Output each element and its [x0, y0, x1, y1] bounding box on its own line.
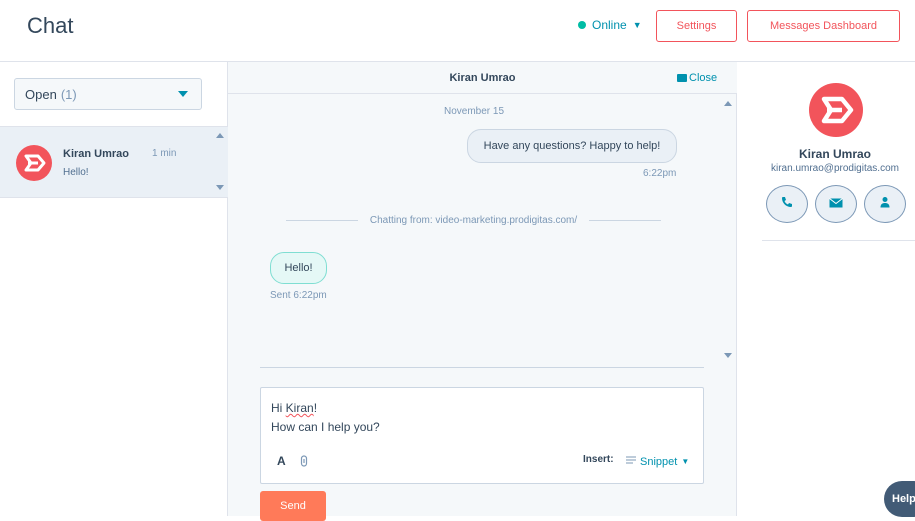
- settings-button[interactable]: Settings: [656, 10, 737, 42]
- status-label: Online: [592, 18, 627, 32]
- envelope-icon: [677, 74, 687, 82]
- conversation-filter-select[interactable]: Open (1): [14, 78, 202, 110]
- divider: [762, 240, 915, 241]
- conversation-contact-name: Kiran Umrao: [63, 148, 130, 160]
- message-timestamp: Sent 6:22pm: [270, 290, 327, 301]
- message-bubble-incoming: Hello!: [270, 252, 327, 284]
- conversation-panel: Kiran Umrao Close November 15 Have any q…: [228, 62, 737, 521]
- close-conversation-link[interactable]: Close: [677, 72, 717, 84]
- greeting-prefix: Hi: [271, 401, 286, 415]
- chatting-from-separator: Chatting from: video-marketing.prodigita…: [286, 215, 661, 226]
- text-format-button[interactable]: A: [277, 454, 286, 468]
- email-button[interactable]: [815, 185, 857, 223]
- scroll-up-icon[interactable]: [724, 101, 732, 106]
- message-composer[interactable]: Hi Kiran! How can I help you? A Insert: …: [260, 387, 704, 484]
- scroll-down-icon[interactable]: [724, 353, 732, 358]
- greeting-name: Kiran: [285, 401, 314, 415]
- brand-logo: [809, 83, 863, 137]
- chevron-down-icon: [178, 91, 188, 97]
- conversation-list: Kiran Umrao 1 min Hello!: [0, 126, 228, 198]
- send-button[interactable]: Send: [260, 491, 326, 521]
- thread-scrollbar[interactable]: [720, 95, 736, 367]
- messages-dashboard-button[interactable]: Messages Dashboard: [747, 10, 900, 42]
- link-icon[interactable]: [300, 455, 308, 470]
- message-thread: November 15 Have any questions? Happy to…: [228, 95, 720, 367]
- conversation-preview: Hello!: [63, 167, 89, 178]
- conversation-title: Kiran Umrao: [449, 72, 516, 84]
- insert-label: Insert:: [583, 454, 614, 465]
- call-button[interactable]: [766, 185, 808, 223]
- snippet-icon: [626, 455, 636, 468]
- contact-panel: Kiran Umrao kiran.umrao@prodigitas.com: [737, 62, 915, 516]
- message-bubble-outgoing: Have any questions? Happy to help!: [467, 129, 677, 163]
- contact-name: Kiran Umrao: [798, 147, 872, 161]
- sidebar-scrollbar[interactable]: [212, 127, 228, 197]
- online-dot-icon: [578, 21, 586, 29]
- conversation-time: 1 min: [152, 148, 177, 159]
- scroll-down-icon[interactable]: [216, 185, 224, 190]
- filter-count: (1): [60, 86, 77, 102]
- brand-logo: [16, 145, 52, 181]
- composer-line-2: How can I help you?: [271, 420, 380, 434]
- help-button[interactable]: Help: [884, 481, 915, 517]
- date-separator: November 15: [443, 106, 505, 117]
- page-title: Chat: [27, 13, 74, 38]
- availability-status[interactable]: Online ▼: [578, 18, 642, 32]
- snippet-label: Snippet: [640, 455, 678, 468]
- top-header: Chat Online ▼ Settings Messages Dashboar…: [0, 0, 915, 62]
- divider: [589, 220, 661, 221]
- list-item[interactable]: Kiran Umrao 1 min Hello!: [0, 127, 212, 197]
- filter-label: Open: [25, 86, 57, 102]
- view-contact-button[interactable]: [864, 185, 906, 223]
- email-icon: [829, 195, 843, 213]
- chevron-down-icon: ▼: [632, 20, 642, 30]
- conversation-header: Kiran Umrao Close: [228, 62, 737, 94]
- close-label: Close: [689, 72, 718, 84]
- composer-divider: [260, 367, 704, 368]
- composer-input[interactable]: Hi Kiran! How can I help you?: [271, 399, 380, 437]
- conversation-sidebar: Open (1) Kiran Umrao 1 min Hello!: [0, 62, 228, 516]
- snippet-dropdown[interactable]: Snippet ▼: [626, 455, 689, 468]
- message-timestamp: 6:22pm: [643, 168, 677, 179]
- chevron-down-icon: ▼: [681, 457, 690, 466]
- greeting-suffix: !: [313, 401, 318, 415]
- chatting-from-text: Chatting from: video-marketing.prodigita…: [369, 215, 578, 226]
- divider: [286, 220, 358, 221]
- phone-icon: [781, 195, 793, 213]
- scroll-up-icon[interactable]: [216, 133, 224, 138]
- contact-email: kiran.umrao@prodigitas.com: [771, 163, 899, 174]
- contact-icon: [879, 195, 891, 213]
